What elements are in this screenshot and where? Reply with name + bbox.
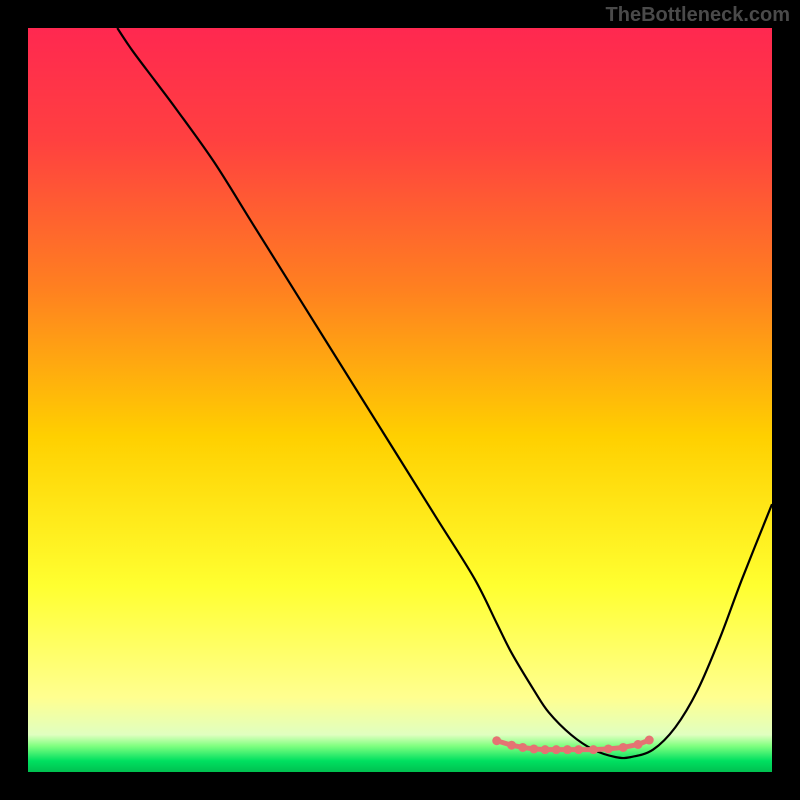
- chart-svg: [28, 28, 772, 772]
- gradient-background: [28, 28, 772, 772]
- chart-container: TheBottleneck.com: [0, 0, 800, 800]
- plot-area: [28, 28, 772, 772]
- watermark-text: TheBottleneck.com: [606, 4, 790, 27]
